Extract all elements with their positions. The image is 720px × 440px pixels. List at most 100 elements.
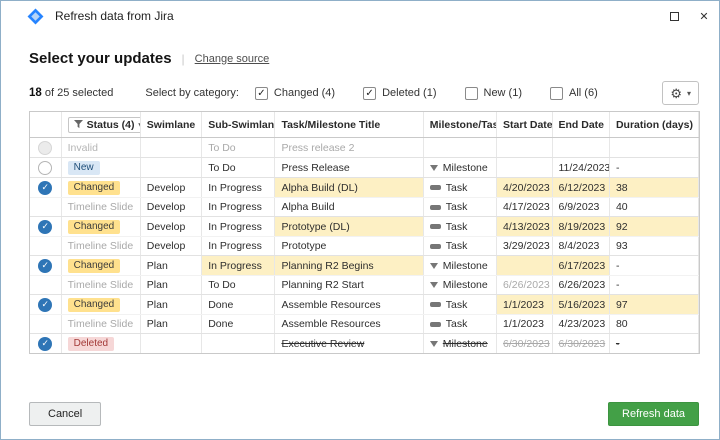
start-cell [497,256,552,275]
table-row[interactable]: ✓ChangedPlanDoneAssemble ResourcesTask1/… [30,295,699,314]
duration-text: 97 [616,299,628,311]
duration-text: 40 [616,201,628,213]
header-duration: Duration (days) [610,112,699,137]
row-select-cell [30,276,62,294]
type-cell: Task [424,315,497,333]
title-text: Press release 2 [281,142,354,154]
close-icon: ✕ [699,10,708,23]
type-text: Milestone [443,260,488,272]
start-cell: 4/13/2023 [497,217,552,236]
updates-table: Status (4) ▾ Swimlane Sub-Swimlane Task/… [29,111,700,354]
table-row-group: Invalid To Do Press release 2 [30,138,699,158]
milestone-icon [430,263,438,269]
status-filter-dropdown[interactable]: Status (4) ▾ [68,117,141,133]
row-select-cell [30,158,62,177]
row-checkbox-checked[interactable]: ✓ [38,220,52,234]
title-text: Assemble Resources [281,318,380,330]
start-cell: 4/17/2023 [497,198,552,216]
start-text: 4/13/2023 [503,221,550,233]
start-cell: 1/1/2023 [497,295,552,314]
end-cell: 4/23/2023 [553,315,610,333]
subswimlane-text: To Do [208,279,235,291]
row-checkbox-checked[interactable]: ✓ [38,181,52,195]
type-cell: Task [424,237,497,255]
table-row[interactable]: ✓ChangedDevelopIn ProgressAlpha Build (D… [30,178,699,197]
change-source-link[interactable]: Change source [195,53,270,65]
table-row[interactable]: ✓DeletedExecutive ReviewMilestone6/30/20… [30,334,699,353]
milestone-icon [430,165,438,171]
duration-cell: - [610,276,699,294]
title-cell: Planning R2 Start [275,276,423,294]
table-header-row: Status (4) ▾ Swimlane Sub-Swimlane Task/… [30,112,699,138]
subswimlane-text: To Do [208,142,235,154]
category-label: All (6) [569,87,598,99]
category-checkbox-all[interactable]: All (6) [550,87,598,100]
window-title: Refresh data from Jira [55,9,174,23]
table-row[interactable]: NewTo DoPress ReleaseMilestone11/24/2023… [30,158,699,177]
end-text: 6/9/2023 [559,201,600,213]
refresh-from-jira-dialog: Refresh data from Jira ✕ Select your upd… [0,0,720,440]
subswimlane-cell: In Progress [202,217,275,236]
category-checkbox-new[interactable]: New (1) [465,87,523,100]
cancel-button[interactable]: Cancel [29,402,101,426]
status-badge: Invalid [68,142,98,154]
checkbox-checked-icon: ✓ [255,87,268,100]
row-checkbox-unchecked[interactable] [38,161,52,175]
subswimlane-cell: Done [202,295,275,314]
task-icon [430,302,441,307]
title-text: Assemble Resources [281,299,380,311]
status-cell: Timeline Slide [62,276,141,294]
maximize-button[interactable] [659,1,689,31]
page-title: Select your updates [29,50,172,67]
row-select-cell [30,237,62,255]
status-cell: Changed [62,217,141,236]
table-row[interactable]: ✓ChangedPlanIn ProgressPlanning R2 Begin… [30,256,699,275]
status-badge: New [68,161,100,175]
table-row[interactable]: Invalid To Do Press release 2 [30,138,699,157]
type-cell: Task [424,295,497,314]
status-badge: Changed [68,220,121,234]
close-button[interactable]: ✕ [689,1,719,31]
category-label: Changed (4) [274,87,335,99]
table-row[interactable]: Timeline SlideDevelopIn ProgressAlpha Bu… [30,197,699,216]
status-cell: Timeline Slide [62,198,141,216]
subswimlane-text: Done [208,318,233,330]
subswimlane-text: In Progress [208,240,262,252]
task-icon [430,205,441,210]
end-cell: 6/26/2023 [553,276,610,294]
end-cell: 6/9/2023 [553,198,610,216]
category-label: Deleted (1) [382,87,436,99]
duration-cell: 80 [610,315,699,333]
refresh-data-button[interactable]: Refresh data [608,402,699,426]
table-row[interactable]: Timeline SlideDevelopIn ProgressPrototyp… [30,236,699,255]
duration-cell: 38 [610,178,699,197]
status-badge: Timeline Slide [68,279,134,291]
duration-text: - [616,279,620,291]
row-checkbox-checked[interactable]: ✓ [38,298,52,312]
header-swimlane: Swimlane [141,112,202,137]
status-cell: Timeline Slide [62,315,141,333]
category-checkbox-deleted[interactable]: ✓Deleted (1) [363,87,436,100]
row-checkbox-checked[interactable]: ✓ [38,337,52,351]
row-checkbox-checked[interactable]: ✓ [38,259,52,273]
title-cell: Planning R2 Begins [275,256,423,275]
settings-button[interactable]: ⚙ ▾ [662,81,699,105]
category-checkbox-changed[interactable]: ✓ Changed (4) [255,87,335,100]
title-text: Planning R2 Start [281,279,363,291]
subswimlane-cell: In Progress [202,237,275,255]
table-row[interactable]: Timeline SlidePlanDoneAssemble Resources… [30,314,699,333]
type-cell: Milestone [424,334,497,353]
status-cell: Deleted [62,334,141,353]
duration-cell: 97 [610,295,699,314]
start-cell: 3/29/2023 [497,237,552,255]
duration-text: 38 [616,182,628,194]
swimlane-cell [141,158,202,177]
title-cell: Executive Review [275,334,423,353]
type-text: Task [446,299,468,311]
header-title: Task/Milestone Title [275,112,423,137]
table-row[interactable]: ✓ChangedDevelopIn ProgressPrototype (DL)… [30,217,699,236]
duration-cell: 40 [610,198,699,216]
table-row[interactable]: Timeline SlidePlanTo DoPlanning R2 Start… [30,275,699,294]
start-cell [497,158,552,177]
page-header: Select your updates | Change source [29,50,269,67]
